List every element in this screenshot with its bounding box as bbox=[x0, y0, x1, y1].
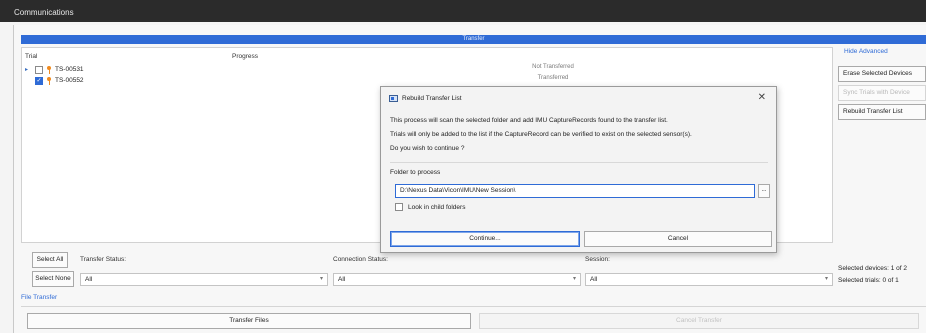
trial-row[interactable]: ▸ TS-00531 bbox=[25, 65, 84, 74]
erase-selected-devices-button[interactable]: Erase Selected Devices bbox=[838, 66, 926, 82]
selected-devices-label: Selected devices: bbox=[838, 265, 889, 272]
app-window-icon bbox=[389, 95, 398, 102]
folder-path-input[interactable]: D:\Nexus Data\Vicon\IMU\New Session\ bbox=[395, 184, 755, 198]
transfer-status-label: Transfer Status: bbox=[80, 256, 126, 263]
transfer-files-button[interactable]: Transfer Files bbox=[27, 313, 471, 329]
dialog-titlebar: Rebuild Transfer List bbox=[389, 95, 462, 102]
trial-row[interactable]: ✓ TS-00552 bbox=[25, 76, 84, 85]
person-icon bbox=[46, 65, 52, 74]
divider bbox=[21, 306, 926, 307]
cancel-transfer-button[interactable]: Cancel Transfer bbox=[479, 313, 919, 329]
rebuild-transfer-list-button[interactable]: Rebuild Transfer List bbox=[838, 104, 926, 120]
transfer-header-label: Transfer bbox=[462, 36, 485, 42]
selected-trials-label: Selected trials: bbox=[838, 277, 881, 284]
dialog-message-line: Trials will only be added to the list if… bbox=[390, 131, 692, 138]
close-icon[interactable]: ✕ bbox=[758, 92, 766, 103]
divider bbox=[390, 162, 768, 163]
selected-trials-info: Selected trials: 0 of 1 bbox=[838, 277, 899, 284]
session-select[interactable]: All ▾ bbox=[585, 273, 833, 286]
dialog-message-line: This process will scan the selected fold… bbox=[390, 117, 668, 124]
progress-column-header[interactable]: Progress bbox=[232, 53, 258, 60]
connection-status-label: Connection Status: bbox=[333, 256, 388, 263]
hide-advanced-link[interactable]: Hide Advanced bbox=[844, 48, 888, 55]
chevron-down-icon: ▾ bbox=[572, 276, 576, 282]
trial-checkbox[interactable] bbox=[35, 65, 43, 74]
look-in-child-folders-checkbox[interactable] bbox=[395, 203, 403, 211]
dialog-title: Rebuild Transfer List bbox=[402, 95, 462, 102]
transfer-header: Transfer bbox=[21, 35, 926, 44]
folder-label: Folder to process bbox=[390, 169, 441, 176]
dialog-message-line: Do you wish to continue ? bbox=[390, 145, 465, 152]
session-value: All bbox=[590, 276, 598, 283]
continue-button[interactable]: Continue... bbox=[390, 231, 580, 247]
session-label: Session: bbox=[585, 256, 610, 263]
person-icon bbox=[46, 76, 52, 85]
browse-button[interactable]: ... bbox=[758, 184, 770, 198]
rebuild-transfer-list-dialog: Rebuild Transfer List ✕ This process wil… bbox=[380, 86, 777, 253]
expand-icon[interactable]: ▸ bbox=[25, 66, 32, 73]
trial-name: TS-00552 bbox=[55, 77, 84, 84]
trial-checkbox[interactable]: ✓ bbox=[35, 76, 43, 85]
selected-devices-value: 1 of 2 bbox=[890, 265, 908, 272]
trial-status: Transferred bbox=[537, 75, 569, 81]
look-in-child-folders-row[interactable]: Look in child folders bbox=[395, 203, 465, 211]
select-none-button[interactable]: Select None bbox=[32, 271, 74, 287]
trial-status: Not Transferred bbox=[532, 64, 574, 70]
connection-status-select[interactable]: All ▾ bbox=[333, 273, 581, 286]
chevron-down-icon: ▾ bbox=[824, 276, 828, 282]
sync-trials-button[interactable]: Sync Trials with Device bbox=[838, 85, 926, 101]
selected-trials-value: 0 of 1 bbox=[882, 277, 899, 284]
transfer-status-value: All bbox=[85, 276, 93, 283]
window-titlebar: Communications bbox=[0, 0, 926, 22]
transfer-status-select[interactable]: All ▾ bbox=[80, 273, 328, 286]
file-transfer-link[interactable]: File Transfer bbox=[21, 294, 57, 301]
trial-column-header[interactable]: Trial bbox=[25, 53, 37, 60]
cancel-button[interactable]: Cancel bbox=[584, 231, 772, 247]
selected-devices-info: Selected devices: 1 of 2 bbox=[838, 265, 907, 272]
select-all-button[interactable]: Select All bbox=[32, 252, 68, 268]
chevron-down-icon: ▾ bbox=[319, 276, 323, 282]
window-title: Communications bbox=[14, 8, 74, 17]
connection-status-value: All bbox=[338, 276, 346, 283]
look-in-child-folders-label: Look in child folders bbox=[408, 203, 466, 211]
trial-name: TS-00531 bbox=[55, 66, 84, 73]
